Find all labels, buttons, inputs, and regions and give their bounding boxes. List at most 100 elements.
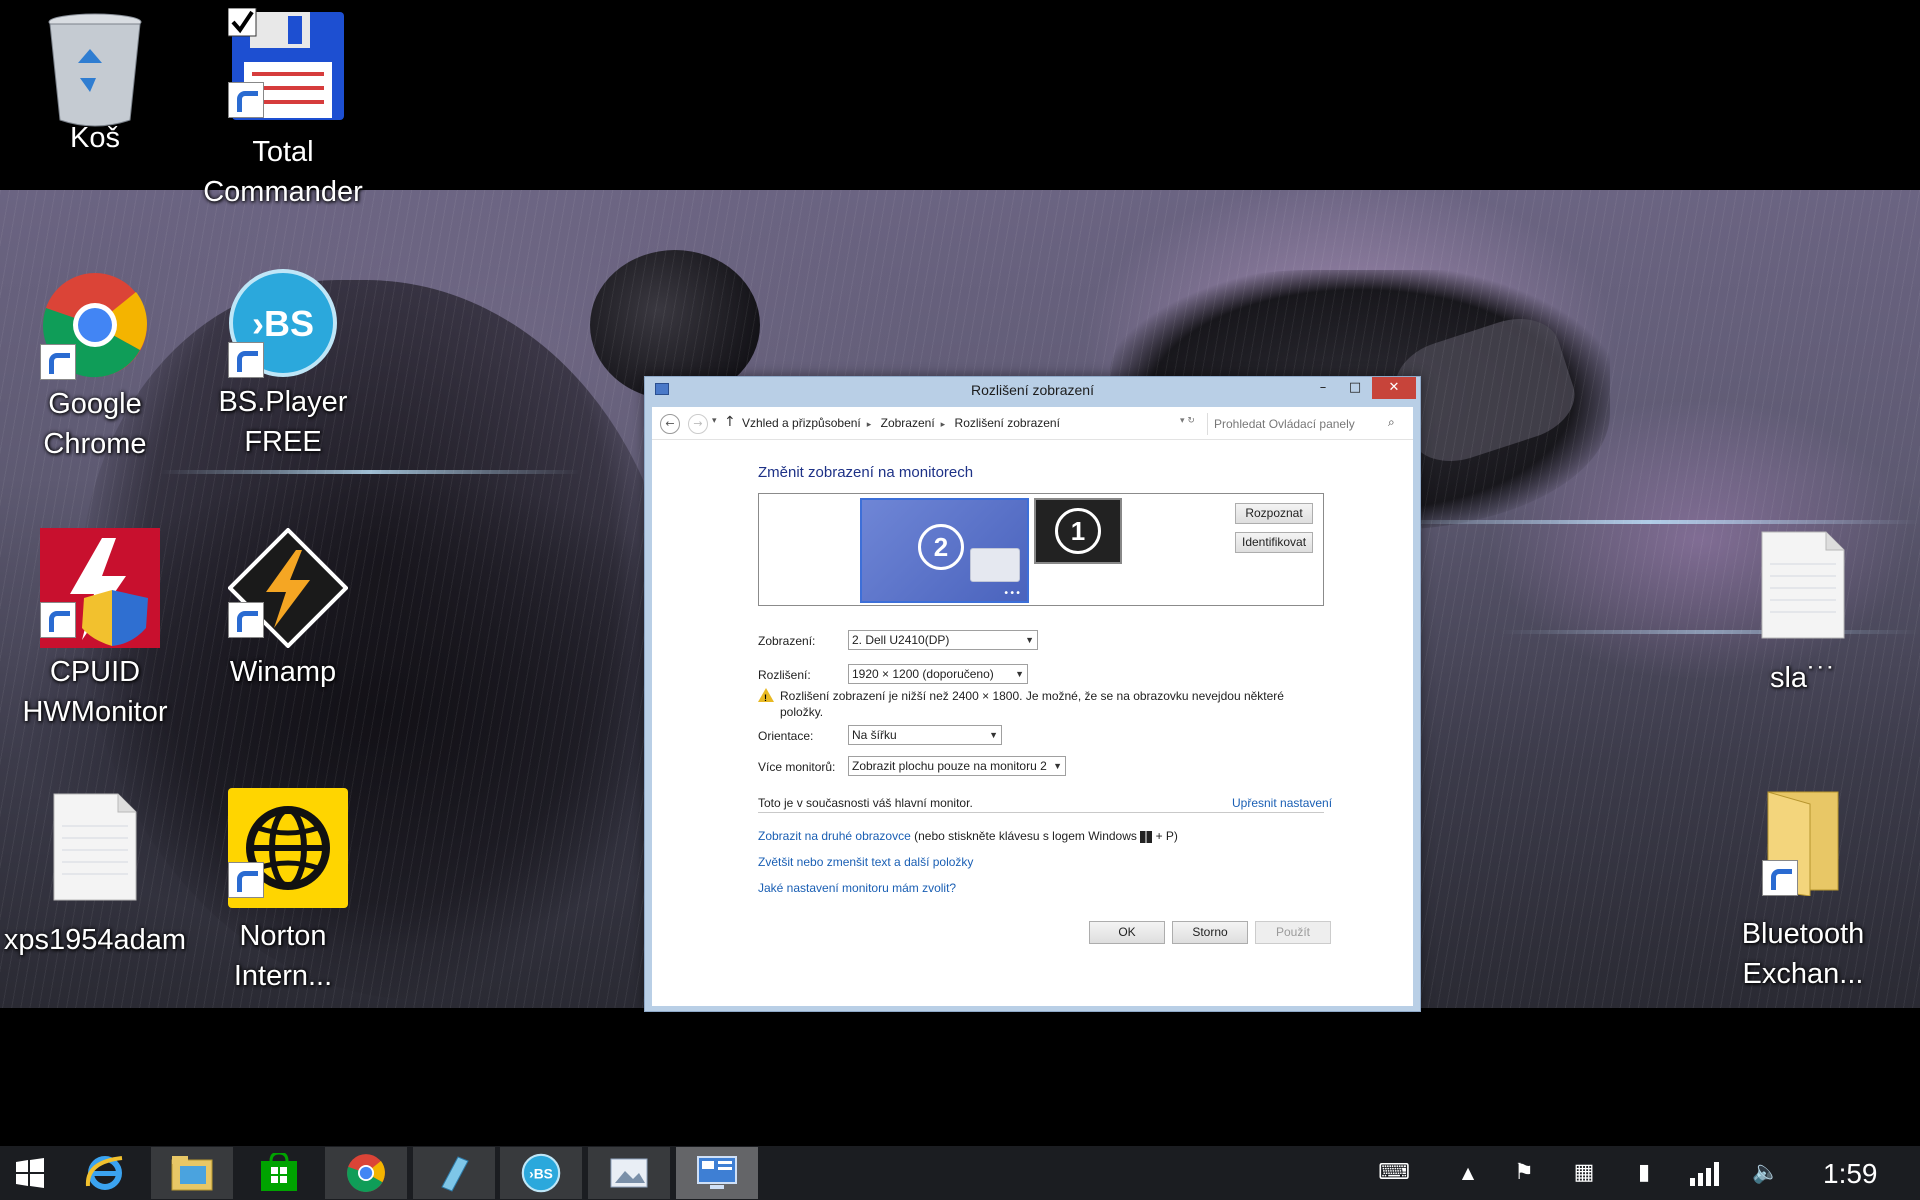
power-battery-icon[interactable]: ▮: [1626, 1160, 1662, 1186]
display-label: Zobrazení:: [758, 634, 816, 648]
desktop-icon-bluetooth-exchange[interactable]: Bluetooth Exchan...: [1708, 786, 1898, 994]
taskbar-store[interactable]: [238, 1147, 320, 1199]
text-size-link[interactable]: Zvětšit nebo zmenšit text a další položk…: [758, 855, 973, 869]
resolution-label: Rozlišení:: [758, 668, 811, 682]
desktop-icon-winamp[interactable]: Winamp: [188, 527, 378, 692]
desktop: Koš Total Commander Google Chrome ›BS BS…: [0, 0, 1920, 1200]
ok-button[interactable]: OK: [1089, 921, 1165, 944]
folder-icon: [1748, 786, 1858, 897]
search-input[interactable]: Prohledat Ovládací panely: [1207, 413, 1402, 435]
breadcrumb-item[interactable]: Zobrazení: [881, 416, 935, 430]
dots-icon: •••: [1003, 588, 1021, 599]
identify-button[interactable]: Identifikovat: [1235, 532, 1313, 553]
shortcut-arrow-icon: [1762, 860, 1798, 896]
recent-locations-chevron-icon[interactable]: ▾: [712, 416, 717, 426]
breadcrumb-separator-icon: ▸: [940, 419, 946, 429]
desktop-icon-xps-file[interactable]: xps1954adam: [0, 792, 190, 960]
taskbar-bsplayer[interactable]: ›BS: [500, 1147, 582, 1199]
advanced-settings-link[interactable]: Upřesnit nastavení: [1232, 796, 1332, 810]
breadcrumb: Vzhled a přizpůsobení ▸ Zobrazení ▸ Rozliš…: [742, 416, 1066, 430]
norton-icon: [228, 788, 348, 908]
monitor-2-tile[interactable]: 2 •••: [860, 498, 1029, 603]
winamp-icon: [227, 527, 349, 649]
recycle-bin-icon: [40, 8, 150, 127]
taskbar-control-panel[interactable]: [676, 1147, 758, 1199]
bsplayer-icon: ›BS: [228, 268, 338, 378]
desktop-icon-recycle-bin[interactable]: Koš: [0, 8, 190, 158]
svg-text:›BS: ›BS: [252, 303, 314, 344]
orientation-select[interactable]: Na šířku ▼: [848, 725, 1002, 745]
maximize-button[interactable]: □: [1338, 377, 1372, 399]
show-hidden-icons-chevron-icon[interactable]: ▲: [1450, 1160, 1486, 1186]
network-adapter-icon[interactable]: ▦: [1566, 1160, 1602, 1186]
resolution-value: 1920 × 1200 (doporučeno): [852, 667, 994, 681]
taskbar-photo-viewer[interactable]: [588, 1147, 670, 1199]
store-icon: [261, 1153, 297, 1191]
window-content: Změnit zobrazení na monitorech 2 ••• 1 R…: [652, 440, 1413, 1006]
taskbar-notepad[interactable]: [413, 1147, 495, 1199]
text-file-icon: [40, 792, 150, 902]
warning-icon: !: [758, 688, 774, 703]
which-settings-link[interactable]: Jaké nastavení monitoru mám zvolit?: [758, 881, 956, 895]
warning-text: Rozlišení zobrazení je nižší než 2400 × …: [780, 689, 1284, 719]
project-hint-key: + P): [1155, 829, 1178, 843]
desktop-icon-norton[interactable]: Norton Intern...: [188, 788, 378, 996]
window-titlebar[interactable]: Rozlišení zobrazení – □ ✕: [645, 377, 1420, 407]
taskbar-file-explorer[interactable]: [151, 1147, 233, 1199]
desktop-icon-bsplayer[interactable]: ›BS BS.Player FREE: [188, 268, 378, 462]
desktop-icon-total-commander[interactable]: Total Commander: [188, 7, 378, 212]
start-button[interactable]: [0, 1147, 60, 1199]
display-select[interactable]: 2. Dell U2410(DP) ▼: [848, 630, 1038, 650]
touch-keyboard-icon[interactable]: ⌨: [1374, 1160, 1414, 1186]
breadcrumb-item[interactable]: Vzhled a přizpůsobení: [742, 416, 861, 430]
notepad-icon: [441, 1156, 469, 1192]
apply-button[interactable]: Použít: [1255, 921, 1331, 944]
close-button[interactable]: ✕: [1372, 377, 1416, 399]
shortcut-arrow-icon: [228, 602, 264, 638]
internet-explorer-icon: [85, 1156, 123, 1190]
volume-icon[interactable]: 🔈: [1748, 1160, 1784, 1186]
main-monitor-text: Toto je v současnosti váš hlavní monitor…: [758, 796, 973, 810]
breadcrumb-separator-icon: ▸: [866, 419, 872, 429]
resolution-select[interactable]: 1920 × 1200 (doporučeno) ▼: [848, 664, 1028, 684]
resolution-warning: ! Rozlišení zobrazení je nižší než 2400 …: [758, 688, 1298, 720]
signal-strength-icon[interactable]: [1688, 1160, 1724, 1186]
chevron-down-icon: ▼: [1053, 761, 1062, 771]
forward-button[interactable]: →: [688, 414, 708, 434]
search-icon[interactable]: ⌕: [1388, 415, 1395, 430]
cpuid-hwmonitor-icon: [40, 528, 160, 648]
windows-logo-icon: [16, 1158, 44, 1188]
desktop-icon-cpuid-hwmonitor[interactable]: CPUID HWMonitor: [0, 528, 190, 732]
window-title: Rozlišení zobrazení: [971, 382, 1094, 398]
display-value: 2. Dell U2410(DP): [852, 633, 950, 647]
desktop-icon-sla-file[interactable]: sla˙˙˙: [1708, 530, 1898, 698]
second-screen-link[interactable]: Zobrazit na druhé obrazovce: [758, 829, 911, 843]
photo-viewer-icon: [610, 1158, 648, 1188]
multiple-displays-row: Více monitorů: Zobrazit plochu pouze na …: [758, 756, 1066, 776]
desktop-icon-chrome[interactable]: Google Chrome: [0, 270, 190, 464]
minimize-button[interactable]: –: [1306, 377, 1340, 399]
multiple-displays-select[interactable]: Zobrazit plochu pouze na monitoru 2 ▼: [848, 756, 1066, 776]
shortcut-arrow-icon: [228, 342, 264, 378]
control-panel-icon: [697, 1156, 737, 1189]
shortcut-arrow-icon: [40, 602, 76, 638]
folder-icon: [171, 1156, 213, 1191]
cancel-button[interactable]: Storno: [1172, 921, 1248, 944]
resolution-row: Rozlišení: 1920 × 1200 (doporučeno) ▼: [758, 664, 1028, 684]
taskbar-chrome[interactable]: [325, 1147, 407, 1199]
display-resolution-window: Rozlišení zobrazení – □ ✕ ← → ▾ ↑ Vzhled…: [644, 376, 1421, 1012]
back-button[interactable]: ←: [660, 414, 680, 434]
bsplayer-icon: ›BS: [521, 1153, 561, 1193]
detect-button[interactable]: Rozpoznat: [1235, 503, 1313, 524]
chevron-down-icon: ▼: [1015, 669, 1024, 679]
monitor-1-tile[interactable]: 1: [1034, 498, 1122, 564]
up-arrow-icon[interactable]: ↑: [724, 414, 736, 430]
action-center-flag-icon[interactable]: ⚑: [1506, 1160, 1542, 1186]
address-dropdown-icon[interactable]: ▾ ↻: [1180, 416, 1195, 426]
breadcrumb-item[interactable]: Rozlišení zobrazení: [955, 416, 1060, 430]
address-bar: ← → ▾ ↑ Vzhled a přizpůsobení ▸ Zobrazení…: [652, 407, 1413, 440]
chrome-icon: [347, 1154, 385, 1192]
taskbar-internet-explorer[interactable]: [64, 1147, 146, 1199]
clock[interactable]: 1:59: [1823, 1158, 1878, 1190]
orientation-value: Na šířku: [852, 728, 897, 742]
